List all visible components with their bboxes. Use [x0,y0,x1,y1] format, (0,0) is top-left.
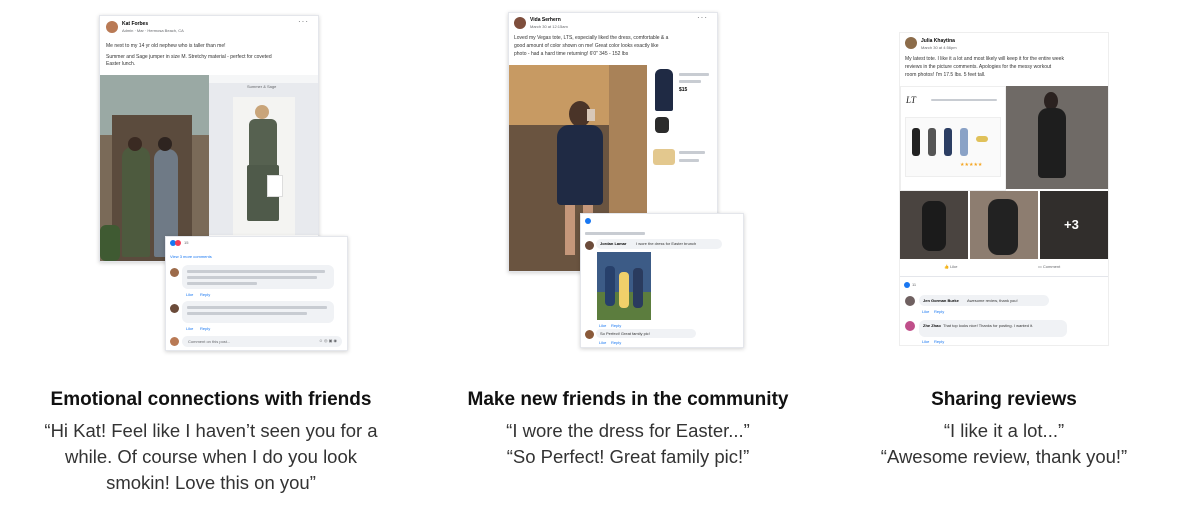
post-text-line-3: Easter lunch. [106,61,136,67]
panel-quote-line: “So Perfect! Great family pic!” [506,446,750,467]
like-button[interactable]: 👍 Like [944,264,957,269]
panel-quote-line: “I wore the dress for Easter...” [506,420,750,441]
panel-quote-line: “Awesome review, thank you!” [880,446,1128,467]
comment-bubble: Jordan Lamar I wore the dress for Easter… [596,239,722,249]
product-price: $15 [679,87,688,93]
love-reaction-icon [175,240,181,246]
panel-heading: Make new friends in the community [467,389,789,410]
panel-caption-3: Sharing reviews “I like it a lot...” “Aw… [814,388,1194,470]
comment-reply-link[interactable]: Reply [200,326,210,331]
comment-photo-family[interactable] [597,252,651,320]
comment-like-link[interactable]: Like [922,309,929,314]
commenter-avatar[interactable] [585,330,594,339]
reactions-icon [585,218,591,224]
comment-input[interactable]: Comment on this post... ☺ ◎ ▣ ◉ [182,336,342,347]
commenter-avatar[interactable] [170,268,179,277]
comment-author[interactable]: Jen Gorman Burke [923,298,959,303]
comment-like-link[interactable]: Like [599,340,606,345]
product-screenshot[interactable]: Summer & Sage [209,75,318,235]
post-text-line-1: Me next to my 14 yr old nephew who is ta… [106,43,226,49]
more-options-icon[interactable]: ··· [697,13,708,22]
post-card-kat[interactable]: Kat Forbes Admin · Mar · Hermosa Beach, … [99,15,319,262]
comment-bubble: Zhe Zhao That top looks nice! Thanks for… [919,320,1067,337]
post-text-line-3: room photos! I'm 17.5 lbs. 5 feet tall. [905,72,986,78]
panel-caption-1: Emotional connections with friends “Hi K… [21,388,401,496]
post-author[interactable]: Kat Forbes [122,21,148,27]
avatar[interactable] [514,17,526,29]
comment-text: So Perfect! Great family pic! [600,331,650,336]
post-card-julia[interactable]: Julia Khaytina March 30 at 4:56pm My lat… [900,33,1108,345]
panel-heading: Emotional connections with friends [50,389,372,410]
commenter-avatar[interactable] [905,296,915,306]
website-screenshot[interactable]: LT ★★★★★ [900,86,1006,191]
more-photos-count: +3 [1064,217,1079,232]
thumbs-up-icon: 👍 [944,264,949,269]
comment-bubble [182,265,334,289]
my-avatar [170,337,179,346]
comment-reply-link[interactable]: Reply [611,340,621,345]
comment-like-link[interactable]: Like [186,326,193,331]
comment-text: Awesome review, thank you! [967,298,1018,303]
comment-like-link[interactable]: Like [922,339,929,344]
comment-author[interactable]: Jordan Lamar [600,241,626,246]
post-author[interactable]: Vida Serhern [530,17,561,23]
product-listing[interactable]: $15 [649,65,717,191]
post-text-line-1: Loved my Vegas tote, LTS, especially lik… [514,35,669,41]
reaction-count: 15 [184,240,189,245]
post-meta: March 30 at 12:15am [530,24,568,29]
comments-card-vida: Jordan Lamar I wore the dress for Easter… [580,213,744,348]
post-meta: Admin · Mar · Hermosa Beach, CA [122,28,184,33]
post-photo-3[interactable] [970,191,1038,259]
comment-reply-link[interactable]: Reply [200,292,210,297]
view-more-comments-link[interactable]: View 3 more comments [170,254,212,259]
post-photo-1[interactable] [1006,86,1108,189]
comment-input-placeholder: Comment on this post... [188,339,231,344]
comment-button-label: Comment [1042,264,1061,269]
comment-text: I wore the dress for Easter brunch [636,241,697,246]
comment-bubble: So Perfect! Great family pic! [596,329,696,338]
comment-reply-link[interactable]: Reply [934,339,944,344]
post-author[interactable]: Julia Khaytina [921,38,955,44]
comment-bubble: Jen Gorman Burke Awesome review, thank y… [919,295,1049,306]
comment-icon: ▭ [1038,264,1042,269]
post-text-line-2: good amount of color shown on me! Great … [514,43,659,49]
post-photo-more[interactable]: +3 [1040,191,1108,259]
post-text-line-2: reviews in the picture comments. Apologi… [905,64,1052,70]
product-title: Summer & Sage [247,84,277,89]
comments-card-kat: 15 View 3 more comments Like Reply Like … [165,236,348,351]
like-button-label: Like [950,264,958,269]
reactions-icon [904,282,910,288]
commenter-avatar[interactable] [170,304,179,313]
panel-heading: Sharing reviews [931,389,1077,410]
comment-text: That top looks nice! Thanks for posting.… [943,323,1034,328]
comment-author[interactable]: Zhe Zhao [923,323,941,328]
comment-like-link[interactable]: Like [599,323,606,328]
panel-quote-line: “Hi Kat! Feel like I haven’t seen you fo… [44,420,378,441]
comment-reply-link[interactable]: Reply [934,309,944,314]
comment-reply-link[interactable]: Reply [611,323,621,328]
emoji-icons[interactable]: ☺ ◎ ▣ ◉ [319,338,337,343]
avatar[interactable] [106,21,118,33]
commenter-avatar[interactable] [585,241,594,250]
panel-quote-line: while. Of course when I do you look [64,446,358,467]
post-text-line-3: photo - had a hard time returning! 6'0" … [514,51,629,57]
post-meta: March 30 at 4:56pm [921,45,957,50]
reaction-count: 11 [912,282,917,287]
comment-button[interactable]: ▭ Comment [1038,264,1060,269]
commenter-avatar[interactable] [905,321,915,331]
star-rating-icon: ★★★★★ [960,162,983,168]
post-photo-family[interactable] [100,75,209,261]
panel-quote-line: smokin! Love this on you” [106,472,316,493]
comment-bubble [182,301,334,323]
comment-like-link[interactable]: Like [186,292,193,297]
post-text-line-2: Summer and Sage jumper in size M. Stretc… [106,54,272,60]
lt-logo: LT [906,95,916,105]
more-options-icon[interactable]: ··· [298,17,309,26]
post-text-line-1: My latest tote. I like it a lot and most… [905,56,1064,62]
panel-quote-line: “I like it a lot...” [943,420,1065,441]
panel-caption-2: Make new friends in the community “I wor… [438,388,818,470]
avatar[interactable] [905,37,917,49]
post-photo-2[interactable] [900,191,968,259]
